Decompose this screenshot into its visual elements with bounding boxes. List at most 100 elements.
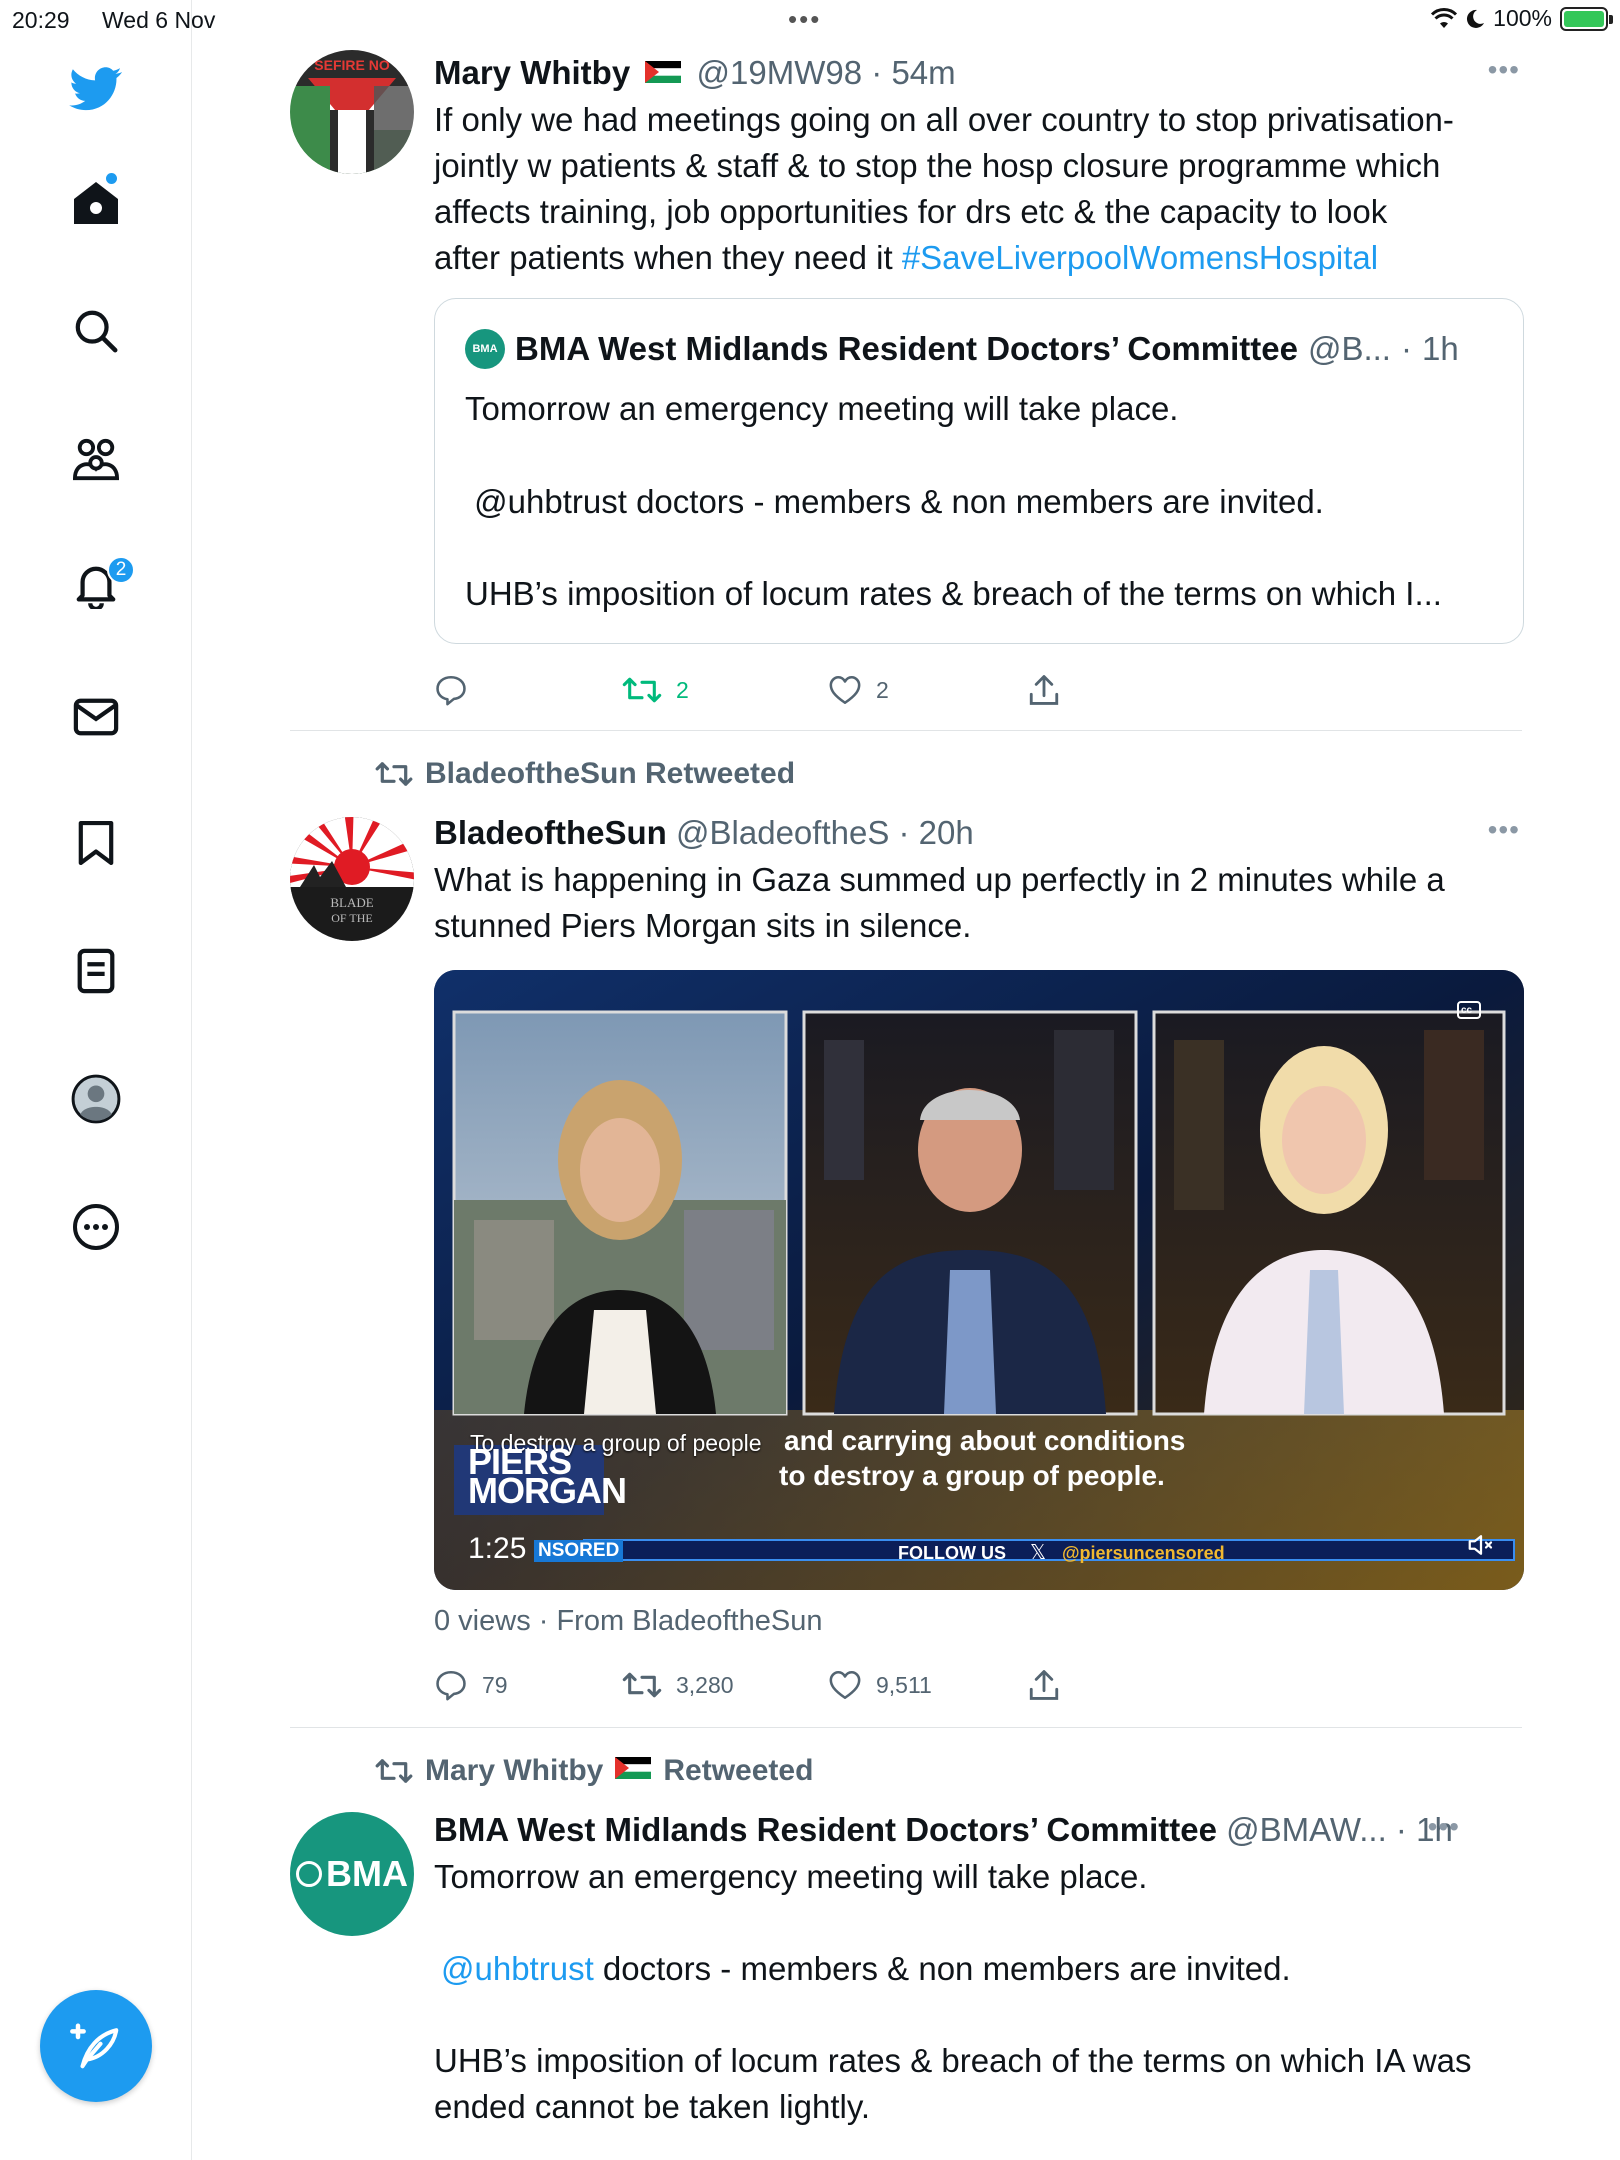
- svg-text:SEFIRE NO: SEFIRE NO: [314, 57, 390, 73]
- retweet-icon: [622, 1672, 662, 1698]
- quoted-avatar-icon: BMA: [465, 329, 505, 369]
- home-icon[interactable]: [65, 172, 127, 234]
- reply-icon: [436, 675, 466, 706]
- hashtag-link[interactable]: #SaveLiverpoolWomensHospital: [902, 239, 1378, 276]
- tweet-bma-west-midlands[interactable]: Mary Whitby Retweeted BMA BMA West Midla…: [290, 1752, 1520, 2160]
- mention-link[interactable]: @uhbtrust: [441, 1950, 594, 1987]
- tweet-bladeofthesun[interactable]: BladeoftheSun Retweeted BLADE OF THE Bla…: [290, 755, 1524, 1725]
- closed-captions-icon[interactable]: cc: [1461, 1005, 1472, 1016]
- meta-separator: ·: [1395, 1811, 1407, 1848]
- retweet-icon: [375, 1759, 413, 1783]
- more-options-circle-icon[interactable]: [65, 1196, 127, 1258]
- tweet-mary-whitby[interactable]: SEFIRE NO Mary Whitby @19MW98 · 54m ••• …: [290, 50, 1524, 730]
- tweet-text-line: jointly w patients & staff & to stop the…: [434, 147, 1441, 184]
- quoted-text-line: Tomorrow an emergency meeting will take …: [465, 390, 1179, 427]
- reply-button[interactable]: [434, 673, 468, 707]
- notifications-badge: 2: [107, 556, 135, 584]
- tweet-time[interactable]: 20h: [919, 814, 974, 851]
- tweet-time[interactable]: 54m: [891, 54, 955, 91]
- quoted-text-line: @uhbtrust doctors - members & non member…: [465, 483, 1324, 520]
- tweet-more-icon[interactable]: •••: [1488, 814, 1520, 846]
- quoted-time: 1h: [1421, 330, 1459, 367]
- tweet-author-name[interactable]: BMA West Midlands Resident Doctors’ Comm…: [434, 1811, 1217, 1848]
- quoted-tweet[interactable]: BMA BMA West Midlands Resident Doctors’ …: [434, 298, 1524, 644]
- tweet-handle[interactable]: @BMAW...: [1226, 1811, 1387, 1848]
- search-icon[interactable]: [65, 300, 127, 362]
- svg-text:OF THE: OF THE: [331, 911, 372, 925]
- tweet-text-line: stunned Piers Morgan sits in silence.: [434, 907, 972, 944]
- video-caption-line1: and carrying about conditions: [784, 1425, 1186, 1456]
- battery-percent: 100%: [1493, 5, 1552, 31]
- twitter-logo-icon[interactable]: [65, 58, 127, 120]
- tweet-text-line: What is happening in Gaza summed up perf…: [434, 861, 1445, 898]
- communities-icon[interactable]: [65, 428, 127, 490]
- tweet-handle[interactable]: @BladeoftheS: [676, 814, 889, 851]
- tweet-author-name[interactable]: Mary Whitby: [434, 54, 630, 91]
- show-tag: NSORED: [534, 1540, 624, 1562]
- tweet-actions: 2 2: [434, 665, 1134, 715]
- share-icon: [1029, 675, 1059, 705]
- retweet-icon: [622, 677, 662, 703]
- tweet-author-name[interactable]: BladeoftheSun: [434, 814, 667, 851]
- mute-icon[interactable]: [1466, 1530, 1496, 1565]
- share-icon: [1029, 1670, 1059, 1700]
- sidebar: 2: [0, 0, 192, 2160]
- avatar-bma[interactable]: BMA: [290, 1812, 414, 1936]
- video-player[interactable]: To destroy a group of people PIERS MORGA…: [434, 970, 1524, 1590]
- retweet-count: 3,280: [676, 1671, 734, 1698]
- like-button[interactable]: 9,511: [828, 1669, 932, 1701]
- wifi-icon: [1431, 7, 1458, 28]
- share-button[interactable]: [1028, 673, 1060, 707]
- retweet-button[interactable]: 3,280: [622, 1669, 734, 1701]
- meta-separator: ·: [1400, 330, 1412, 367]
- status-bar: 20:29 Wed 6 Nov ••• 100%: [0, 0, 1620, 40]
- x-logo-icon: 𝕏: [1030, 1542, 1047, 1564]
- tweet-text-line: Tomorrow an emergency meeting will take …: [434, 1858, 1148, 1895]
- tweet-handle[interactable]: @19MW98: [697, 54, 863, 91]
- tweet-text-line: ended cannot be taken lightly.: [434, 2088, 871, 2125]
- avatar-bladeofthesun[interactable]: BLADE OF THE: [290, 817, 414, 941]
- retweet-icon: [375, 762, 413, 786]
- battery-icon: [1560, 6, 1613, 31]
- profile-avatar-icon[interactable]: [65, 1068, 127, 1130]
- like-count: 9,511: [876, 1671, 932, 1698]
- multitasking-dots-icon[interactable]: •••: [788, 4, 821, 35]
- follow-handle: @piersuncensored: [1062, 1543, 1225, 1563]
- tweet-more-icon[interactable]: •••: [1488, 54, 1520, 86]
- tweet-divider: [290, 730, 1522, 731]
- meta-separator: ·: [898, 814, 910, 851]
- meta-separator: ·: [871, 54, 883, 91]
- follow-us-text: FOLLOW US: [898, 1543, 1006, 1563]
- palestine-flag-icon: [645, 61, 682, 84]
- home-unread-dot: [106, 173, 117, 184]
- share-button[interactable]: [1028, 1668, 1060, 1702]
- bookmarks-icon[interactable]: [65, 812, 127, 874]
- messages-envelope-icon[interactable]: [65, 686, 127, 748]
- heart-icon: [829, 1670, 861, 1700]
- palestine-flag-icon: [615, 1757, 652, 1779]
- video-caption-line2: to destroy a group of people.: [779, 1460, 1165, 1491]
- tweet-text-line: If only we had meetings going on all ove…: [434, 101, 1454, 138]
- like-button[interactable]: 2: [828, 674, 889, 706]
- quoted-text-line: UHB’s imposition of locum rates & breach…: [465, 575, 1442, 612]
- moon-icon: [1467, 9, 1485, 28]
- retweet-button[interactable]: 2: [622, 674, 689, 706]
- retweeted-by-name[interactable]: Mary Whitby: [425, 1754, 603, 1788]
- retweeted-by-label: Mary Whitby Retweeted: [375, 1754, 813, 1788]
- avatar-mary-whitby[interactable]: SEFIRE NO: [290, 50, 414, 174]
- retweeted-by-label: BladeoftheSun Retweeted: [375, 757, 795, 791]
- heart-icon: [829, 675, 861, 705]
- retweeted-by-text[interactable]: BladeoftheSun Retweeted: [425, 757, 795, 791]
- lists-icon[interactable]: [65, 940, 127, 1002]
- avatar-text: BMA: [326, 1853, 408, 1894]
- reply-button[interactable]: 79: [434, 1668, 508, 1702]
- compose-feather-icon: [70, 2023, 119, 2069]
- compose-tweet-button[interactable]: [40, 1990, 152, 2102]
- tweet-more-icon[interactable]: •••: [1428, 1811, 1460, 1843]
- tweet-text-line: doctors - members & non members are invi…: [593, 1950, 1291, 1987]
- reply-icon: [436, 1670, 466, 1701]
- tweet-divider: [290, 1727, 1522, 1728]
- svg-text:BLADE: BLADE: [330, 895, 373, 910]
- retweeted-by-suffix: Retweeted: [663, 1754, 814, 1787]
- reply-count: 79: [482, 1671, 508, 1698]
